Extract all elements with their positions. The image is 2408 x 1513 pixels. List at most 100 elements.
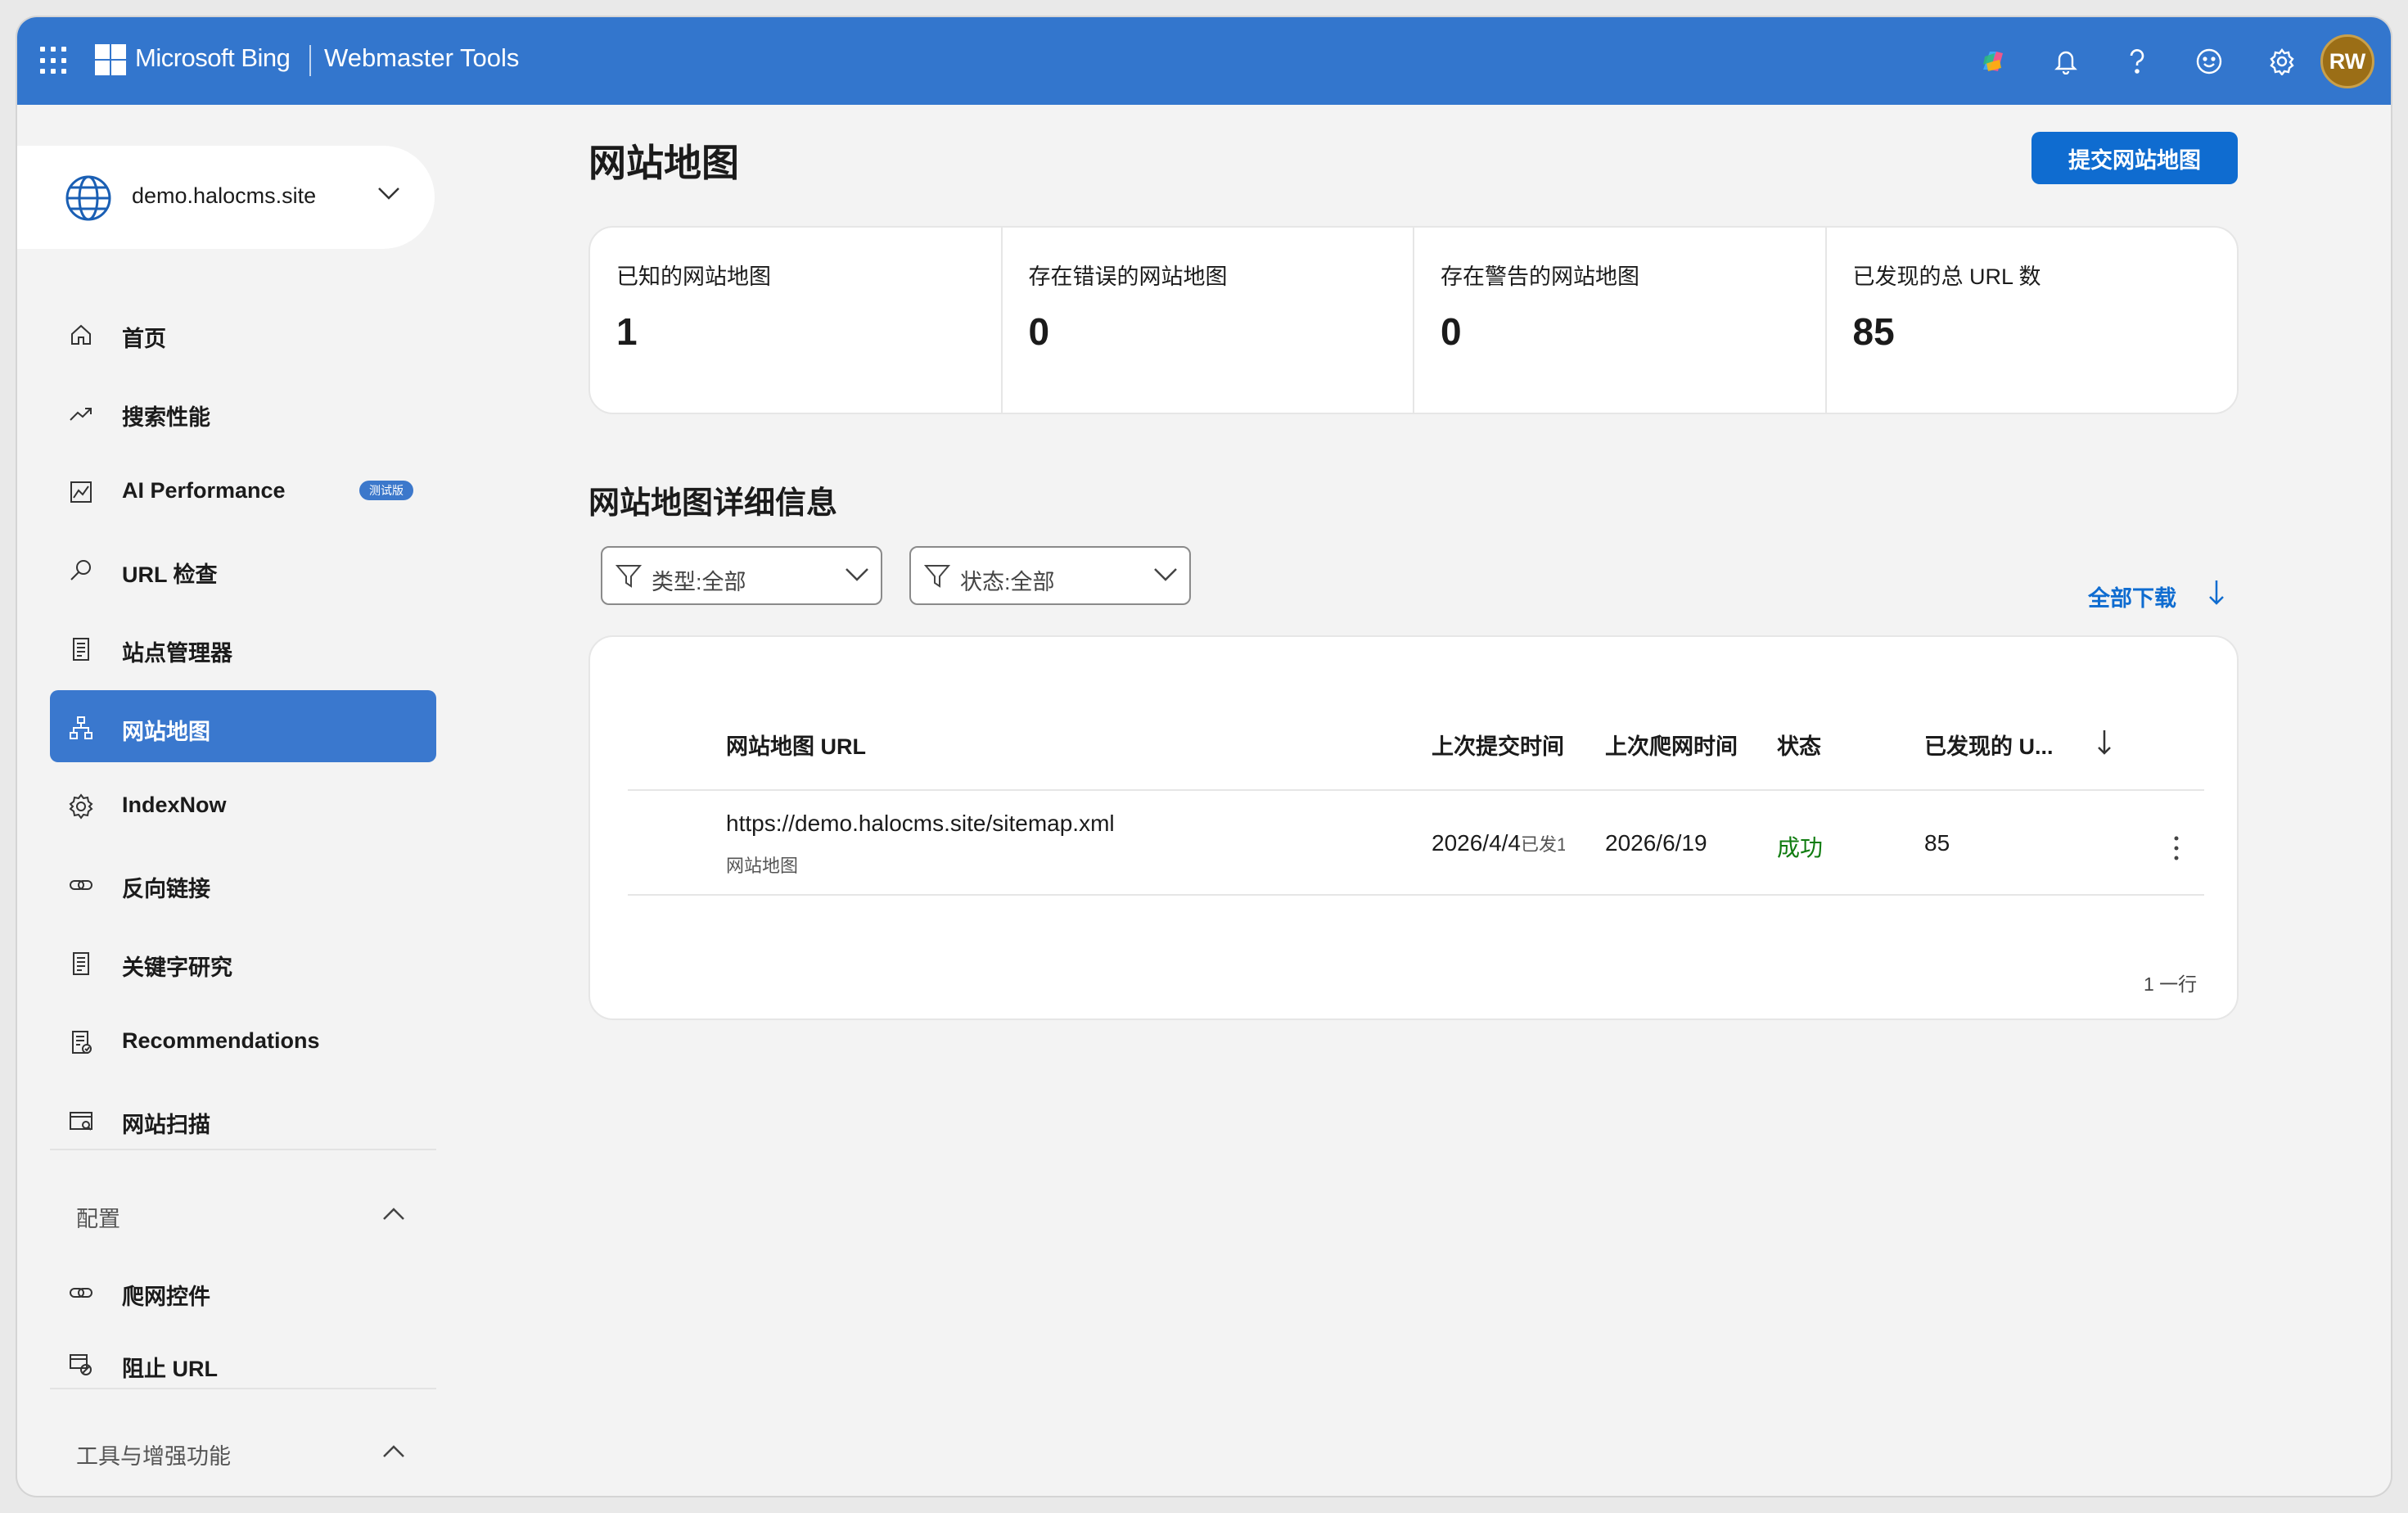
chevron-up-icon[interactable] [382, 1443, 405, 1458]
column-header-url[interactable]: 网站地图 URL [726, 729, 866, 761]
help-icon[interactable] [2121, 45, 2153, 78]
sidebar-item-ai-performance[interactable]: AI Performance 测试版 [50, 454, 436, 526]
sidebar-item-site-explorer[interactable]: 站点管理器 [50, 612, 436, 684]
beta-badge: 测试版 [359, 481, 413, 500]
sidebar-divider [50, 1149, 436, 1150]
sort-descending-icon[interactable] [2096, 729, 2113, 756]
discovered-urls: 85 [1924, 830, 1950, 856]
last-submitted: 2026/4/4已发1 [1432, 830, 1565, 856]
copilot-icon[interactable] [1977, 45, 2009, 78]
stat-warning-sitemaps: 存在警告的网站地图 0 [1414, 228, 1827, 413]
chart-icon [70, 481, 92, 503]
microsoft-logo-icon [95, 44, 126, 75]
sidebar-item-label: URL 检查 [122, 562, 218, 587]
sidebar-item-url-inspection[interactable]: URL 检查 [50, 533, 436, 605]
sidebar-item-crawl-control[interactable]: 爬网控件 [50, 1255, 436, 1327]
filter-icon [616, 565, 642, 588]
link-icon [70, 880, 92, 890]
sidebar-item-label: 反向链接 [122, 877, 210, 901]
stat-label: 已知的网站地图 [616, 264, 771, 289]
checklist-icon [72, 1031, 92, 1054]
sidebar-item-home[interactable]: 首页 [50, 297, 436, 369]
status-success: 成功 [1777, 835, 1824, 860]
stat-label: 存在错误的网站地图 [1028, 264, 1228, 289]
chevron-down-icon [1154, 568, 1177, 581]
chevron-down-icon [378, 187, 399, 200]
brand-separator [309, 45, 311, 76]
sitemaps-table: 网站地图 URL 上次提交时间 上次爬网时间 状态 已发现的 U... http… [588, 635, 2239, 1020]
stat-total-urls: 已发现的总 URL 数 85 [1827, 228, 2238, 413]
column-header-submitted[interactable]: 上次提交时间 [1432, 729, 1564, 761]
search-icon [70, 560, 91, 580]
filter-icon [924, 565, 950, 588]
sidebar-item-sitemaps[interactable]: 网站地图 [50, 690, 436, 762]
sidebar-item-label: AI Performance [122, 478, 286, 503]
table-divider [628, 894, 2204, 896]
sitemap-type: 网站地图 [726, 856, 799, 876]
sidebar-item-label: IndexNow [122, 793, 227, 817]
tools-section-header[interactable]: 工具与增强功能 [76, 1438, 231, 1470]
type-filter-dropdown[interactable]: 类型:全部 [601, 546, 882, 605]
stats-card: 已知的网站地图 1 存在错误的网站地图 0 存在警告的网站地图 0 已发现的总 … [588, 226, 2239, 414]
apps-waffle-icon[interactable] [40, 47, 68, 75]
site-name: demo.halocms.site [132, 183, 317, 208]
scan-icon [70, 1112, 92, 1131]
download-all-link[interactable]: 全部下载 [2088, 580, 2176, 612]
trend-icon [70, 408, 92, 421]
sidebar-item-indexnow[interactable]: IndexNow [50, 769, 436, 841]
sidebar-nav: 首页 搜索性能 AI Performance 测试版 URL 检查 站点管理器 … [50, 297, 436, 1162]
column-header-discovered[interactable]: 已发现的 U... [1924, 729, 2054, 761]
top-bar: Microsoft Bing Webmaster Tools RW [17, 17, 2391, 105]
sidebar-item-recommendations[interactable]: Recommendations [50, 1005, 436, 1077]
filter-label: 状态:全部 [960, 570, 1055, 594]
submit-sitemap-button[interactable]: 提交网站地图 [2031, 132, 2238, 184]
gear-icon [69, 793, 93, 820]
sitemap-url[interactable]: https://demo.halocms.site/sitemap.xml [726, 811, 1115, 837]
last-submitted-suffix: 已发1 [1521, 834, 1565, 855]
last-submitted-date: 2026/4/4 [1432, 830, 1521, 856]
page-title: 网站地图 [588, 142, 739, 184]
sidebar-item-label: 搜索性能 [122, 405, 210, 430]
more-options-icon[interactable] [2171, 833, 2181, 863]
sidebar-item-search-performance[interactable]: 搜索性能 [50, 376, 436, 448]
document-icon [73, 952, 89, 975]
link-icon [70, 1288, 92, 1298]
chevron-down-icon [846, 568, 868, 581]
sidebar-item-keyword-research[interactable]: 关键字研究 [50, 926, 436, 998]
sidebar-item-label: 爬网控件 [122, 1285, 210, 1309]
stat-value: 85 [1852, 310, 1895, 353]
settings-gear-icon[interactable] [2266, 45, 2298, 78]
stat-value: 1 [616, 310, 638, 353]
product-name[interactable]: Webmaster Tools [324, 43, 519, 73]
brand-name[interactable]: Microsoft Bing [135, 43, 291, 73]
status-filter-dropdown[interactable]: 状态:全部 [909, 546, 1191, 605]
site-picker[interactable]: demo.halocms.site [17, 146, 435, 249]
chevron-up-icon[interactable] [382, 1206, 405, 1221]
config-section-header[interactable]: 配置 [76, 1201, 120, 1233]
document-icon [73, 638, 89, 661]
last-crawled: 2026/6/19 [1605, 830, 1707, 856]
sidebar-item-label: 网站扫描 [122, 1113, 210, 1137]
details-section-title: 网站地图详细信息 [588, 486, 838, 521]
stat-value: 0 [1028, 310, 1050, 353]
sidebar-item-site-scan[interactable]: 网站扫描 [50, 1083, 436, 1155]
sidebar-item-label: 首页 [122, 327, 166, 351]
config-nav: 爬网控件 阻止 URL [50, 1255, 436, 1406]
bell-icon[interactable] [2050, 45, 2082, 78]
sidebar-item-label: 站点管理器 [122, 641, 232, 666]
sidebar-item-label: 网站地图 [122, 720, 210, 744]
column-header-crawled[interactable]: 上次爬网时间 [1605, 729, 1738, 761]
stat-known-sitemaps: 已知的网站地图 1 [590, 228, 1003, 413]
sidebar-item-label: 关键字研究 [122, 955, 232, 980]
stat-label: 存在警告的网站地图 [1441, 264, 1639, 289]
row-count: 1 一行 [2144, 973, 2198, 995]
smiley-feedback-icon[interactable] [2193, 45, 2225, 78]
column-header-status[interactable]: 状态 [1777, 729, 1821, 761]
sidebar-divider [50, 1388, 436, 1389]
globe-icon [65, 175, 111, 221]
avatar[interactable]: RW [2320, 34, 2374, 88]
arrow-down-icon[interactable] [2207, 579, 2225, 607]
sidebar-item-backlinks[interactable]: 反向链接 [50, 847, 436, 919]
home-icon [71, 324, 91, 345]
filter-label: 类型:全部 [652, 570, 746, 594]
